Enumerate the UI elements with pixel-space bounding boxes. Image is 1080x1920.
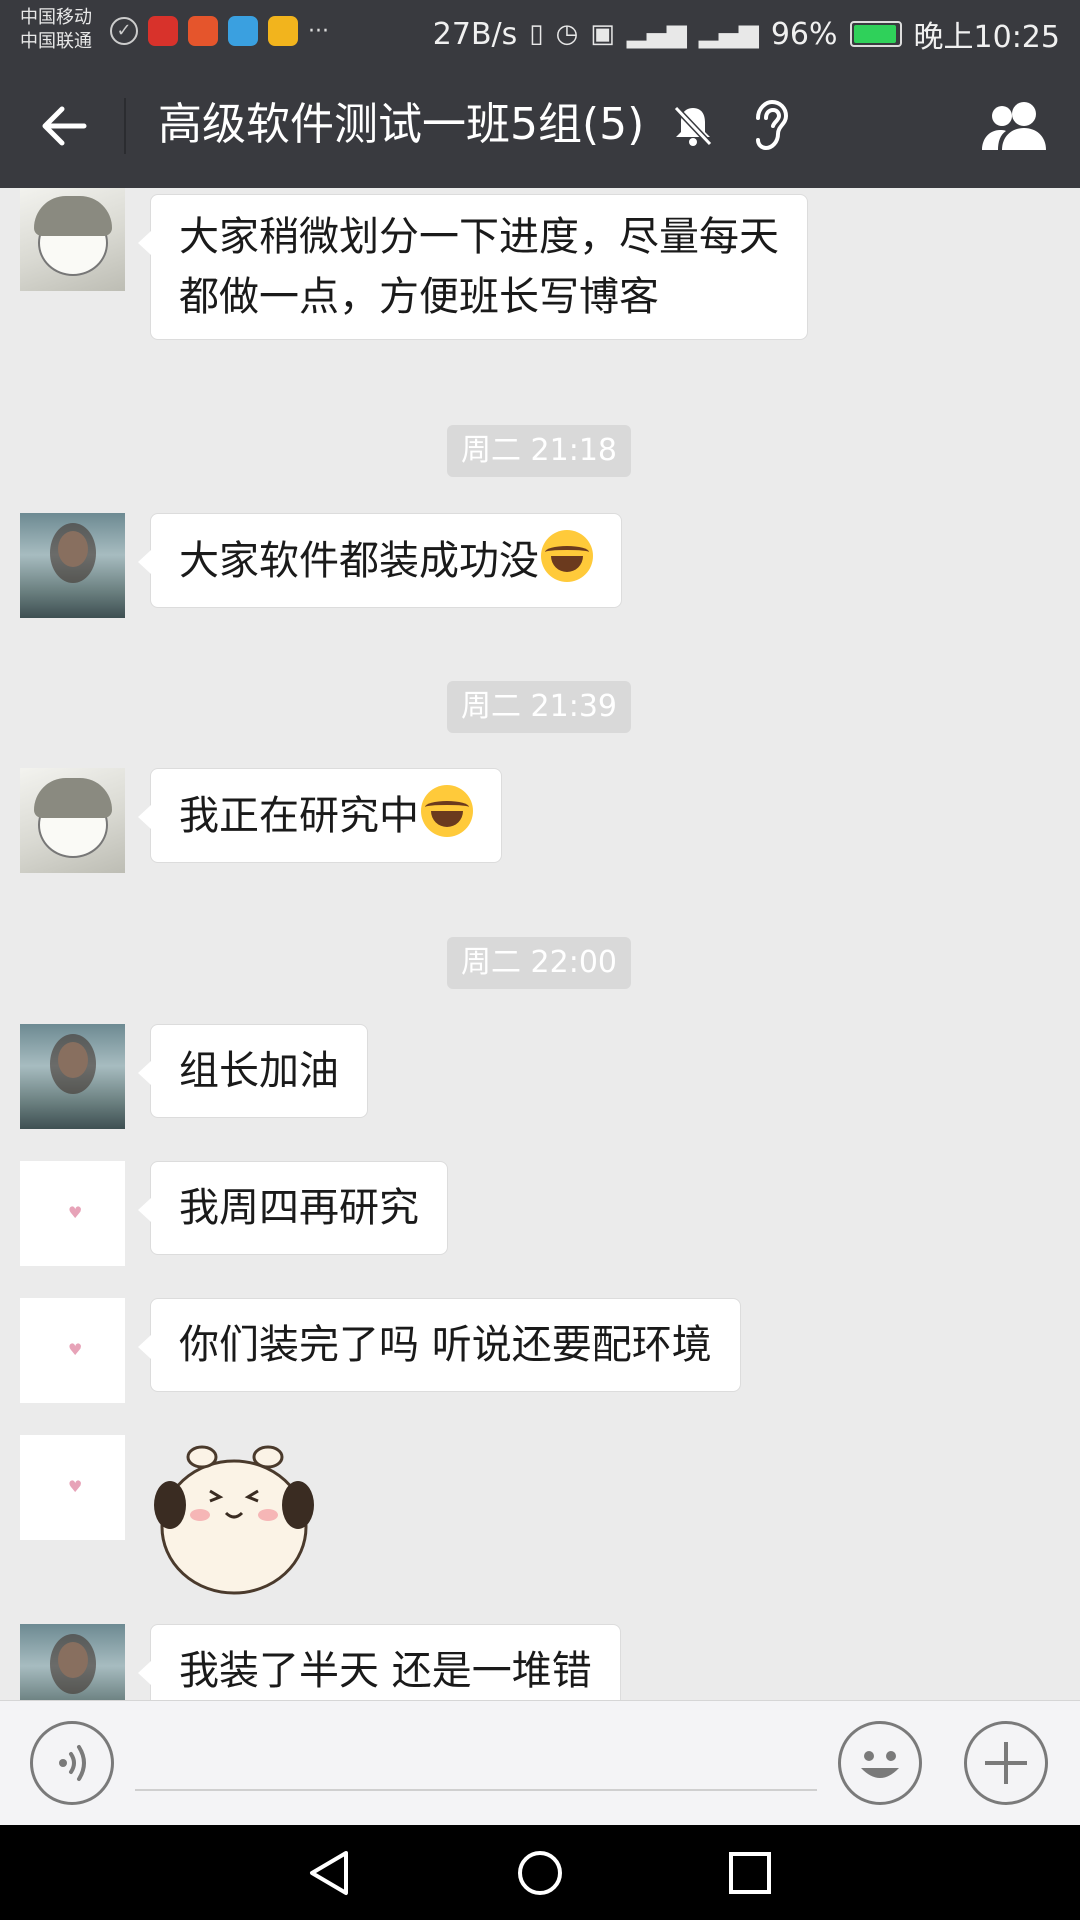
check-icon: ✓ (110, 17, 138, 45)
heart-icon: ♥ (68, 1340, 83, 1359)
message-text: 我装了半天 还是一堆错 (179, 1648, 592, 1694)
status-right: 27B/s ▯ ◷ ▣ ▂▄▆ ▂▄▆ 96% 晚上10:25 (433, 12, 1060, 56)
nav-back-icon[interactable] (302, 1845, 358, 1901)
weibo-icon (268, 16, 298, 46)
nav-home-icon[interactable] (512, 1845, 568, 1901)
emoji-button[interactable] (838, 1721, 922, 1805)
message-text: 我正在研究中 (179, 793, 419, 839)
video-app-icon (188, 16, 218, 46)
voice-button[interactable] (30, 1721, 114, 1805)
earpiece-icon[interactable] (748, 98, 792, 152)
message-text: 大家稍微划分一下进度，尽量每天 (179, 214, 779, 260)
time-divider: 周二 22:00 (447, 937, 631, 989)
hd-icon: ▣ (590, 19, 615, 49)
carrier-2: 中国联通 (20, 31, 92, 52)
avatar[interactable] (20, 1624, 125, 1700)
chat-header: 高级软件测试一班5组(5) (0, 62, 1080, 188)
mute-bell-icon (673, 105, 713, 147)
clock: 晚上10:25 (913, 20, 1060, 55)
more-notifications-icon: ··· (308, 18, 329, 44)
avatar[interactable] (20, 513, 125, 618)
app-notification-icon (148, 16, 178, 46)
group-members-icon[interactable] (978, 98, 1052, 154)
avatar-hair (34, 196, 112, 236)
avatar[interactable]: ♥ (20, 1161, 125, 1266)
signal-4g-icon: ▂▄▆ (626, 19, 687, 49)
system-nav-bar (0, 1825, 1080, 1920)
message-text: 组长加油 (179, 1048, 339, 1094)
joy-emoji-icon (421, 785, 473, 837)
message-text: 大家软件都装成功没 (179, 538, 539, 584)
carrier-labels: 中国移动 中国联通 (20, 6, 92, 54)
avatar-hair (50, 1634, 96, 1694)
heart-icon: ♥ (68, 1203, 83, 1222)
message-bubble[interactable]: 你们装完了吗 听说还要配环境 (138, 1298, 741, 1392)
message-list[interactable]: 大家稍微划分一下进度，尽量每天 都做一点，方便班长写博客 周二 21:18 大家… (0, 188, 1080, 1700)
notification-icons: ✓ ··· (110, 16, 329, 46)
status-bar: 中国移动 中国联通 ✓ ··· 27B/s ▯ ◷ ▣ ▂▄▆ ▂▄▆ 96% … (0, 0, 1080, 62)
message-input[interactable] (135, 1731, 817, 1791)
avatar-hair (50, 523, 96, 583)
message-bubble[interactable]: 大家软件都装成功没 (138, 513, 622, 608)
voice-icon (59, 1745, 86, 1781)
chat-title: 高级软件测试一班5组(5) (158, 99, 645, 150)
avatar[interactable]: ♥ (20, 1435, 125, 1540)
avatar-hair (34, 778, 112, 818)
alpaca-sticker[interactable] (148, 1435, 318, 1595)
back-arrow-icon[interactable] (36, 98, 92, 154)
heart-icon: ♥ (68, 1477, 83, 1496)
avatar[interactable] (20, 188, 125, 291)
message-bubble[interactable]: 我周四再研究 (138, 1161, 448, 1255)
message-bubble[interactable]: 我正在研究中 (138, 768, 502, 863)
avatar[interactable]: ♥ (20, 1298, 125, 1403)
input-bar (0, 1700, 1080, 1825)
signal-3g-icon: ▂▄▆ (698, 19, 759, 49)
battery-percent: 96% (770, 16, 838, 52)
message-text: 都做一点，方便班长写博客 (179, 274, 659, 320)
message-bubble[interactable]: 组长加油 (138, 1024, 368, 1118)
carrier-1: 中国移动 (20, 7, 92, 28)
plus-icon (985, 1742, 1027, 1784)
more-button[interactable] (964, 1721, 1048, 1805)
time-divider: 周二 21:39 (447, 681, 631, 733)
joy-emoji-icon (541, 530, 593, 582)
battery-icon (849, 21, 902, 47)
nav-recents-icon[interactable] (722, 1845, 778, 1901)
network-speed: 27B/s (432, 16, 518, 52)
emoji-icon (861, 1751, 899, 1778)
message-text: 我周四再研究 (179, 1185, 419, 1231)
time-divider: 周二 21:18 (447, 425, 631, 477)
message-bubble[interactable]: 我装了半天 还是一堆错 (138, 1624, 621, 1700)
vibrate-icon: ▯ (529, 19, 544, 49)
alarm-icon: ◷ (555, 19, 579, 49)
header-divider (124, 98, 126, 154)
message-bubble[interactable]: 大家稍微划分一下进度，尽量每天 都做一点，方便班长写博客 (138, 194, 808, 340)
avatar[interactable] (20, 768, 125, 873)
message-text: 你们装完了吗 听说还要配环境 (179, 1322, 712, 1368)
avatar-hair (50, 1034, 96, 1094)
avatar[interactable] (20, 1024, 125, 1129)
play-store-icon (228, 16, 258, 46)
